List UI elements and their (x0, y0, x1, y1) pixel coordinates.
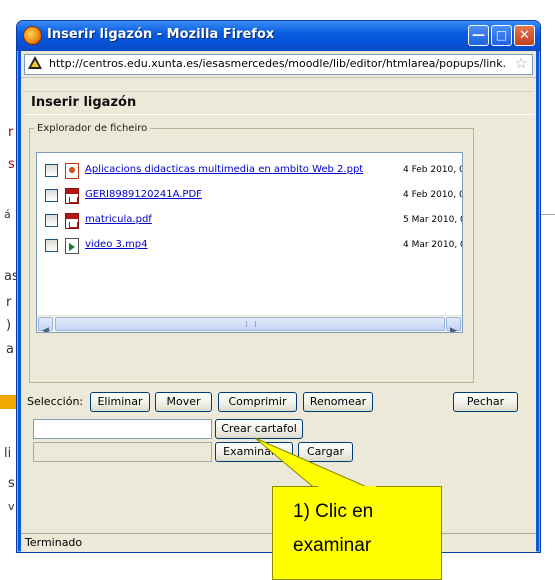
callout-box: 1) Clic en examinar (272, 486, 442, 580)
callout-text: 1) Clic en examinar (293, 501, 374, 556)
callout-pointer-join (318, 486, 376, 488)
